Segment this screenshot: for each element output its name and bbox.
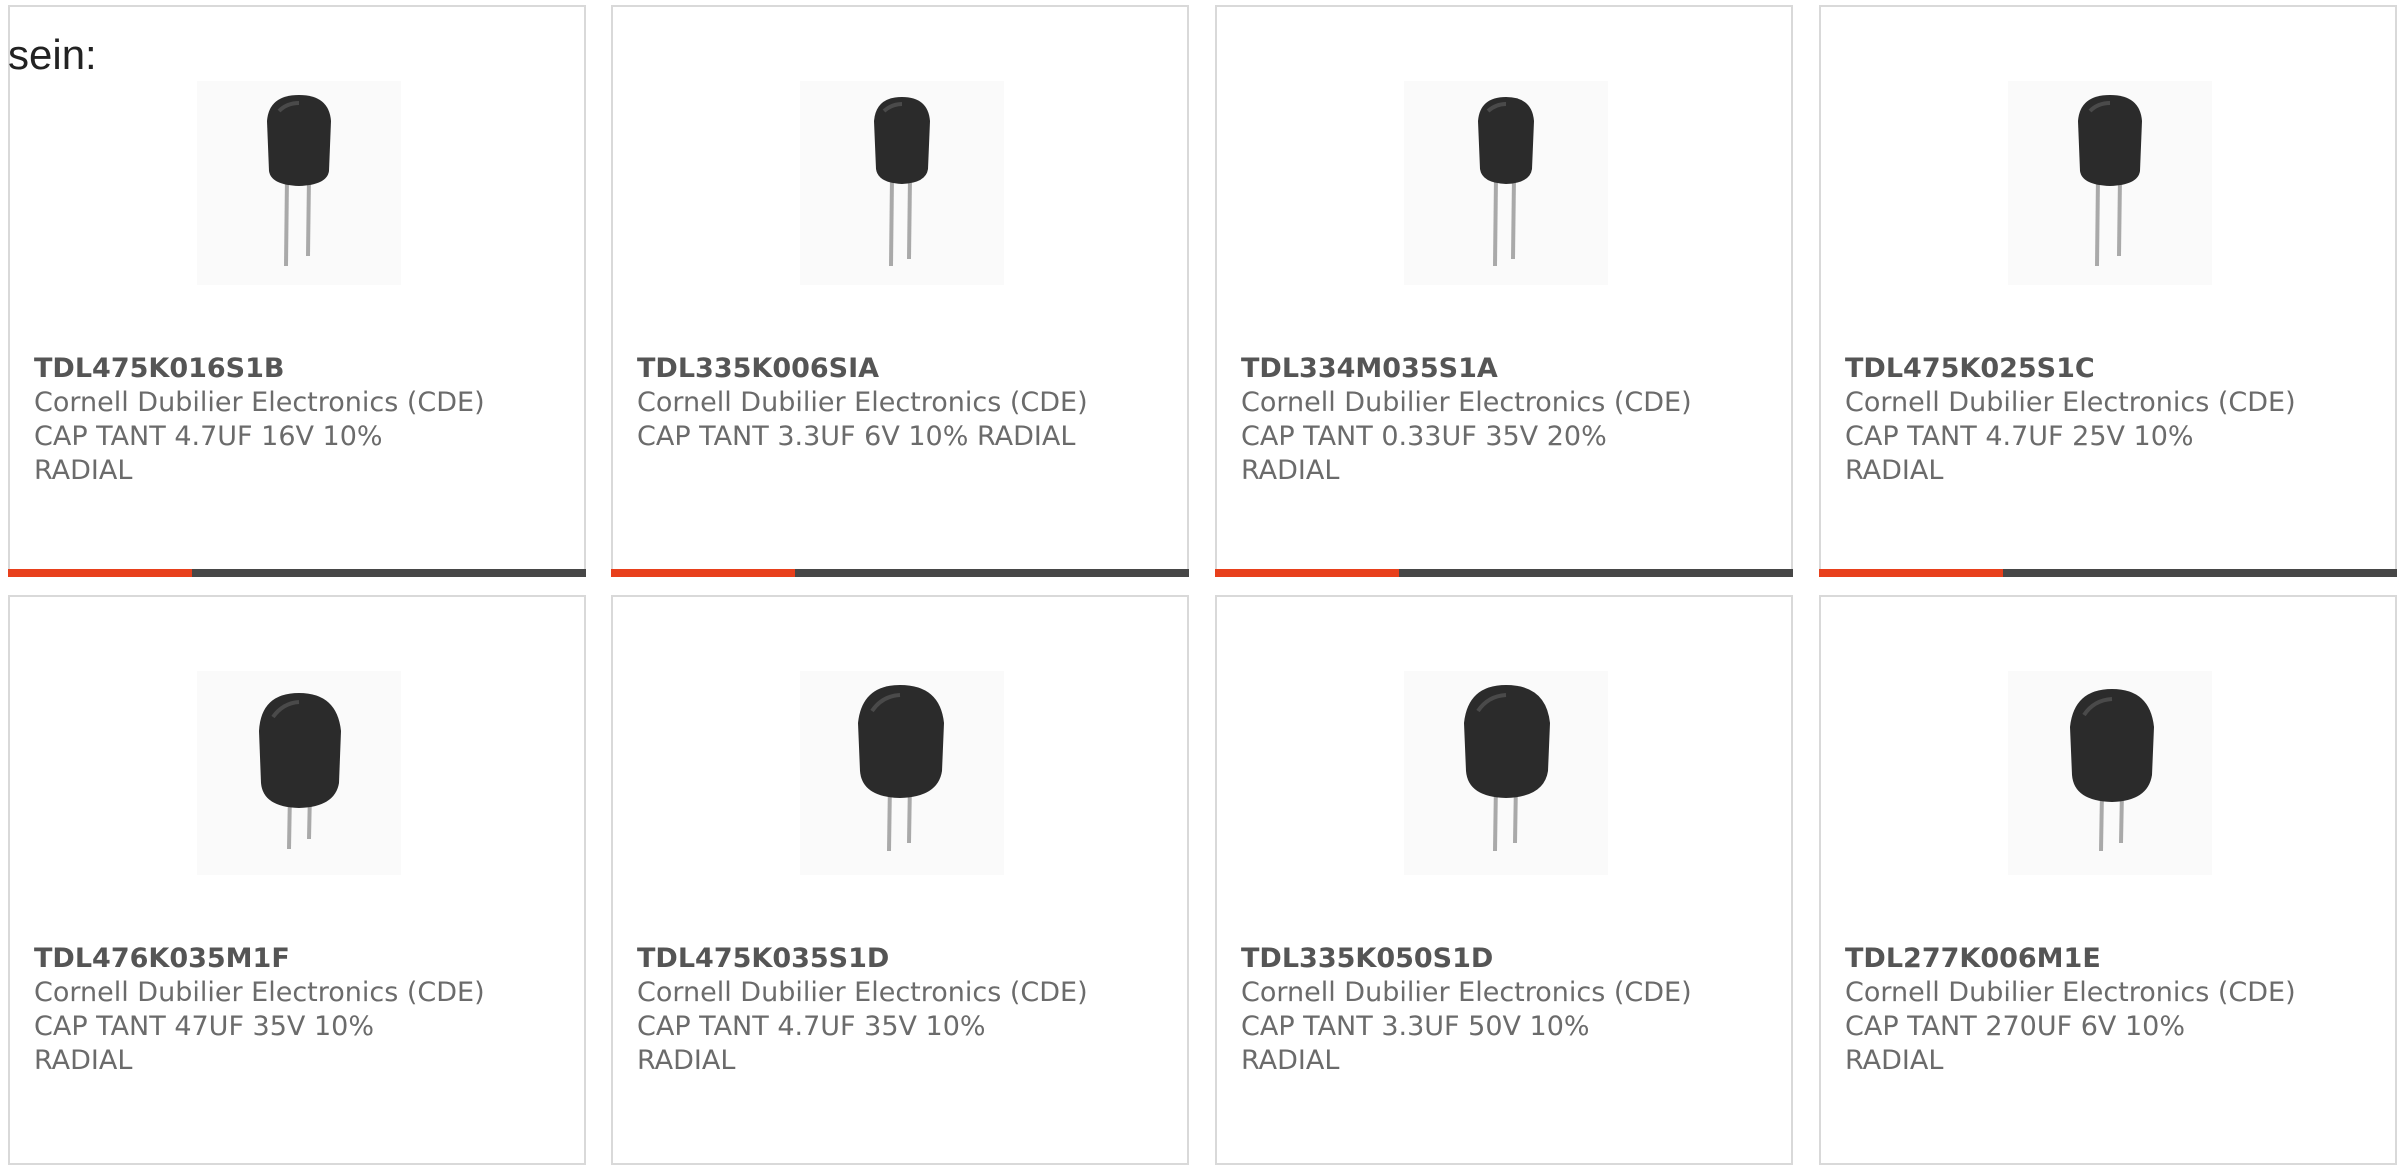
card-footer-accent — [1819, 569, 2003, 577]
radial-tantalum-capacitor-icon — [267, 95, 331, 267]
radial-tantalum-capacitor-icon — [874, 97, 930, 267]
card-footer-bar — [8, 569, 586, 577]
product-card[interactable]: TDL475K025S1C Cornell Dubilier Electroni… — [1819, 5, 2397, 577]
manufacturer-label: Cornell Dubilier Electronics (CDE) — [1845, 387, 2296, 418]
product-description: CAP TANT 4.7UF 16V 10% RADIAL — [34, 421, 383, 486]
part-number-link[interactable]: TDL476K035M1F — [34, 942, 554, 976]
part-number-link[interactable]: TDL335K006SIA — [637, 352, 1157, 386]
product-card[interactable]: TDL277K006M1E Cornell Dubilier Electroni… — [1819, 595, 2397, 1165]
part-number-link[interactable]: TDL277K006M1E — [1845, 942, 2365, 976]
radial-tantalum-capacitor-icon — [259, 693, 341, 850]
product-card[interactable]: TDL334M035S1A Cornell Dubilier Electroni… — [1215, 5, 1793, 577]
product-description: CAP TANT 47UF 35V 10% RADIAL — [34, 1011, 374, 1076]
radial-tantalum-capacitor-icon — [1464, 685, 1550, 852]
product-card[interactable]: TDL476K035M1F Cornell Dubilier Electroni… — [8, 595, 586, 1165]
product-description: CAP TANT 4.7UF 25V 10% RADIAL — [1845, 421, 2194, 486]
product-image[interactable] — [1404, 671, 1608, 875]
part-number-link[interactable]: TDL475K016S1B — [34, 352, 554, 386]
card-footer-accent — [611, 569, 795, 577]
product-card[interactable]: TDL475K035S1D Cornell Dubilier Electroni… — [611, 595, 1189, 1165]
card-footer-accent — [1215, 569, 1399, 577]
part-number-link[interactable]: TDL475K025S1C — [1845, 352, 2365, 386]
product-card[interactable]: TDL335K006SIA Cornell Dubilier Electroni… — [611, 5, 1189, 577]
product-card[interactable]: TDL475K016S1B Cornell Dubilier Electroni… — [8, 5, 586, 577]
product-image[interactable] — [800, 671, 1004, 875]
product-image[interactable] — [1404, 81, 1608, 285]
product-description: CAP TANT 3.3UF 6V 10% RADIAL — [637, 421, 1076, 452]
radial-tantalum-capacitor-icon — [858, 685, 944, 852]
manufacturer-label: Cornell Dubilier Electronics (CDE) — [637, 977, 1088, 1008]
product-image[interactable] — [2008, 671, 2212, 875]
intro-text: sein: — [8, 31, 97, 78]
card-footer-bar — [1819, 569, 2397, 577]
manufacturer-label: Cornell Dubilier Electronics (CDE) — [1845, 977, 2296, 1008]
part-number-link[interactable]: TDL475K035S1D — [637, 942, 1157, 976]
manufacturer-label: Cornell Dubilier Electronics (CDE) — [34, 977, 485, 1008]
product-description: CAP TANT 3.3UF 50V 10% RADIAL — [1241, 1011, 1590, 1076]
card-footer-bar — [611, 569, 1189, 577]
card-footer-bar — [1215, 569, 1793, 577]
radial-tantalum-capacitor-icon — [2070, 689, 2154, 852]
radial-tantalum-capacitor-icon — [1478, 97, 1534, 267]
product-image[interactable] — [800, 81, 1004, 285]
manufacturer-label: Cornell Dubilier Electronics (CDE) — [1241, 387, 1692, 418]
product-image[interactable] — [197, 81, 401, 285]
manufacturer-label: Cornell Dubilier Electronics (CDE) — [1241, 977, 1692, 1008]
product-card[interactable]: TDL335K050S1D Cornell Dubilier Electroni… — [1215, 595, 1793, 1165]
product-description: CAP TANT 0.33UF 35V 20% RADIAL — [1241, 421, 1607, 486]
manufacturer-label: Cornell Dubilier Electronics (CDE) — [637, 387, 1088, 418]
part-number-link[interactable]: TDL334M035S1A — [1241, 352, 1761, 386]
product-description: CAP TANT 270UF 6V 10% RADIAL — [1845, 1011, 2185, 1076]
product-image[interactable] — [2008, 81, 2212, 285]
radial-tantalum-capacitor-icon — [2078, 95, 2142, 267]
product-description: CAP TANT 4.7UF 35V 10% RADIAL — [637, 1011, 986, 1076]
product-image[interactable] — [197, 671, 401, 875]
part-number-link[interactable]: TDL335K050S1D — [1241, 942, 1761, 976]
card-footer-accent — [8, 569, 192, 577]
manufacturer-label: Cornell Dubilier Electronics (CDE) — [34, 387, 485, 418]
